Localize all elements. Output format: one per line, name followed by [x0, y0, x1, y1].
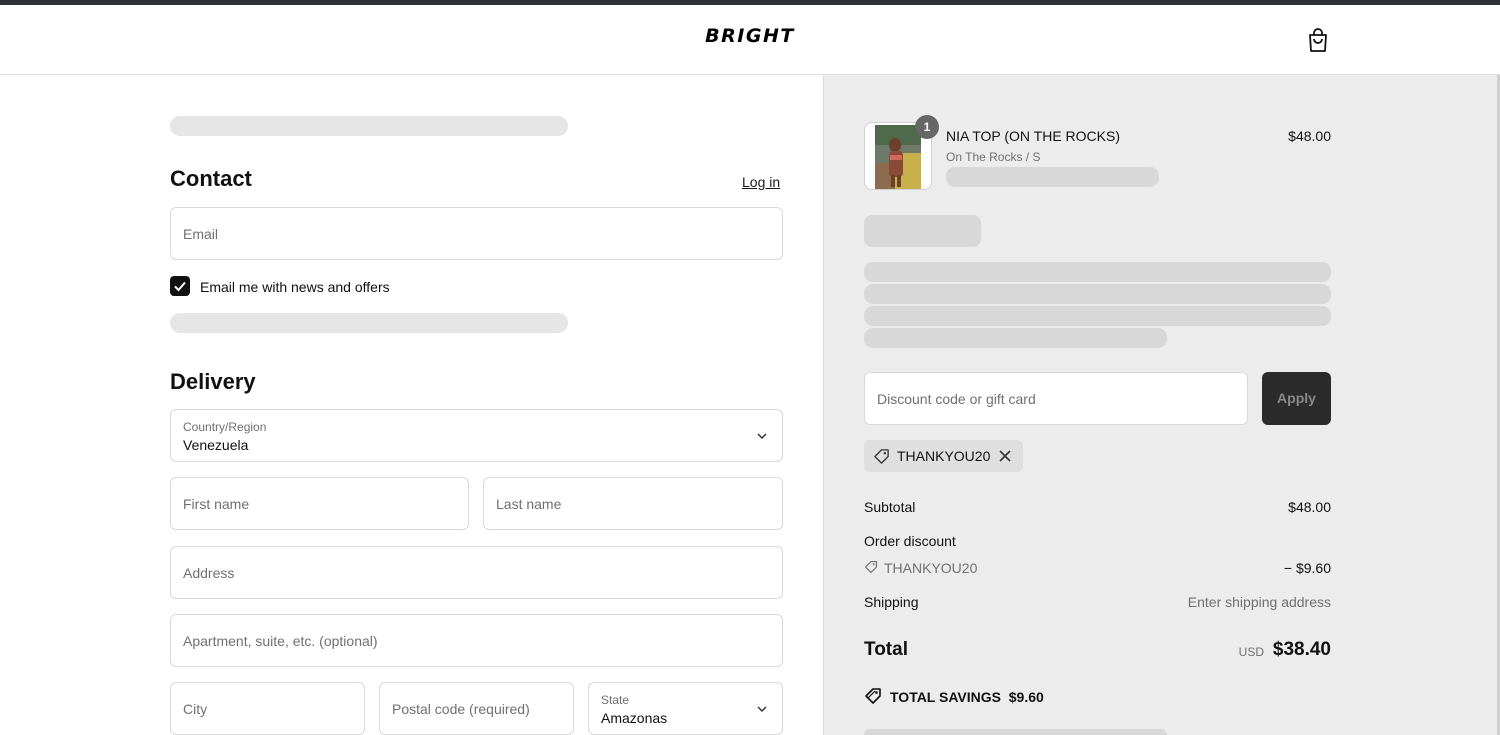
subtotal-label: Subtotal: [864, 499, 916, 515]
total-savings-value: $9.60: [1008, 689, 1044, 705]
city-placeholder: City: [183, 700, 208, 717]
discount-code-label: THANKYOU20: [884, 560, 978, 576]
loading-placeholder-item: [946, 167, 1159, 187]
first-name-field[interactable]: First name: [170, 477, 469, 530]
loading-placeholder-line: [864, 284, 1331, 304]
check-icon: [174, 281, 186, 292]
address-placeholder: Address: [183, 564, 235, 581]
first-name-placeholder: First name: [183, 495, 250, 512]
shopping-bag-icon[interactable]: [1306, 27, 1330, 53]
state-select[interactable]: State Amazonas: [588, 682, 783, 735]
total-label: Total: [864, 639, 908, 660]
total-savings-label: TOTAL SAVINGS $9.60: [890, 689, 1044, 705]
state-label: State: [601, 693, 630, 707]
country-select[interactable]: Country/Region Venezuela: [170, 409, 783, 462]
close-icon[interactable]: [997, 448, 1013, 464]
savings-tag-icon: [865, 688, 881, 704]
loading-placeholder-contact: [170, 313, 568, 333]
applied-discount-chip: THANKYOU20: [864, 440, 1023, 472]
total-value: $38.40: [1272, 639, 1331, 660]
discount-code-input[interactable]: Discount code or gift card: [864, 372, 1248, 425]
loading-placeholder-line: [864, 328, 1167, 348]
loading-placeholder-heading: [864, 215, 981, 247]
tag-icon: [874, 449, 889, 464]
tag-icon: [864, 560, 878, 574]
loading-placeholder-footer: [864, 729, 1167, 735]
email-placeholder: Email: [183, 225, 219, 242]
contact-title: Contact: [170, 166, 252, 191]
apartment-placeholder: Apartment, suite, etc. (optional): [183, 632, 378, 649]
country-value: Venezuela: [183, 437, 249, 453]
apply-button[interactable]: Apply: [1262, 372, 1331, 425]
loading-placeholder-line: [864, 306, 1331, 326]
apartment-field[interactable]: Apartment, suite, etc. (optional): [170, 614, 783, 667]
shipping-label: Shipping: [864, 594, 919, 610]
product-variant: On The Rocks / S: [946, 150, 1041, 164]
postal-code-field[interactable]: Postal code (required): [379, 682, 574, 735]
discount-placeholder: Discount code or gift card: [877, 390, 1036, 407]
delivery-title: Delivery: [170, 369, 256, 394]
state-value: Amazonas: [601, 710, 668, 726]
brand-logo[interactable]: BRIGHT: [0, 25, 1500, 47]
quantity-badge: 1: [915, 115, 939, 139]
total-savings-text: TOTAL SAVINGS: [890, 689, 1001, 705]
product-price: $48.00: [1288, 128, 1331, 144]
applied-code-text: THANKYOU20: [897, 448, 991, 464]
product-name: NIA TOP (ON THE ROCKS): [946, 128, 1121, 144]
last-name-placeholder: Last name: [496, 495, 562, 512]
login-link[interactable]: Log in: [742, 174, 780, 190]
loading-placeholder-line: [864, 262, 1331, 282]
shipping-value: Enter shipping address: [1187, 594, 1331, 610]
loading-placeholder-express: [170, 116, 568, 136]
city-field[interactable]: City: [170, 682, 365, 735]
email-field[interactable]: Email: [170, 207, 783, 260]
chevron-down-icon: [757, 705, 767, 712]
subtotal-value: $48.00: [1288, 499, 1331, 515]
chevron-down-icon: [757, 432, 767, 439]
last-name-field[interactable]: Last name: [483, 477, 783, 530]
country-label: Country/Region: [183, 420, 267, 434]
header: BRIGHT: [0, 5, 1500, 75]
address-field[interactable]: Address: [170, 546, 783, 599]
discount-label: Order discount: [864, 533, 956, 549]
newsletter-checkbox[interactable]: [170, 276, 190, 296]
newsletter-label: Email me with news and offers: [200, 279, 390, 295]
discount-value: − $9.60: [1283, 560, 1331, 576]
postal-placeholder: Postal code (required): [392, 700, 530, 717]
